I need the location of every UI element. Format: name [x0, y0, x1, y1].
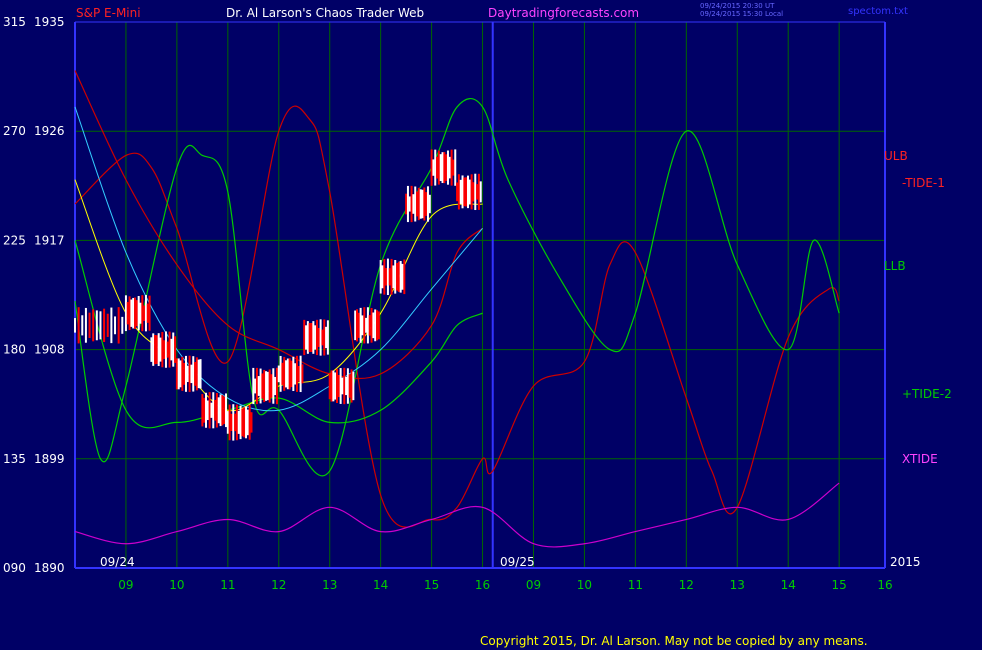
x-tick-label: 14	[781, 578, 796, 592]
x-tick-label: 12	[271, 578, 286, 592]
year-label: 2015	[890, 555, 921, 569]
date-label: 09/24	[100, 555, 135, 569]
legend-ulb: ULB	[884, 149, 908, 163]
site-link[interactable]: Daytradingforecasts.com	[488, 6, 639, 20]
legend-tide2: +TIDE-2	[902, 387, 952, 401]
chart-title: Dr. Al Larson's Chaos Trader Web	[226, 6, 424, 20]
x-tick-label: 09	[118, 578, 133, 592]
legend-llb: LLB	[884, 259, 906, 273]
copyright: Copyright 2015, Dr. Al Larson. May not b…	[480, 634, 868, 648]
y-price-label: 1890	[34, 561, 65, 575]
x-tick-label: 15	[424, 578, 439, 592]
x-tick-label: 10	[169, 578, 184, 592]
timestamp-local: 09/24/2015 15:30 Local	[700, 10, 783, 18]
x-tick-label: 10	[577, 578, 592, 592]
file-name: spectom.txt	[848, 6, 908, 17]
x-tick-label: 14	[373, 578, 388, 592]
y-price-label: 1935	[34, 15, 65, 29]
x-tick-label: 15	[832, 578, 847, 592]
y-tick-label: 315	[3, 15, 26, 29]
y-tick-label: 270	[3, 124, 26, 138]
forecast-chart: 315 1935 270 1926 225 1917 180 1908 135 1899 090 18…	[0, 0, 982, 650]
x-tick-label: 12	[679, 578, 694, 592]
timestamp-ut: 09/24/2015 20:30 UT	[700, 2, 775, 10]
date-label: 09/25	[500, 555, 535, 569]
y-price-label: 1899	[34, 452, 65, 466]
y-price-label: 1917	[34, 233, 65, 247]
symbol-label: S&P E-Mini	[76, 6, 141, 20]
y-tick-label: 225	[3, 233, 26, 247]
x-tick-label: 16	[877, 578, 892, 592]
y-tick-label: 180	[3, 343, 26, 357]
y-price-label: 1908	[34, 343, 65, 357]
x-tick-label: 11	[220, 578, 235, 592]
x-tick-label: 11	[628, 578, 643, 592]
legend-xtide: XTIDE	[902, 452, 938, 466]
y-price-label: 1926	[34, 124, 65, 138]
x-tick-label: 16	[475, 578, 490, 592]
legend-tide1: -TIDE-1	[902, 176, 945, 190]
chart-background	[0, 0, 982, 650]
y-tick-label: 090	[3, 561, 26, 575]
x-tick-label: 13	[730, 578, 745, 592]
y-tick-label: 135	[3, 452, 26, 466]
x-tick-label: 13	[322, 578, 337, 592]
x-tick-label: 09	[526, 578, 541, 592]
